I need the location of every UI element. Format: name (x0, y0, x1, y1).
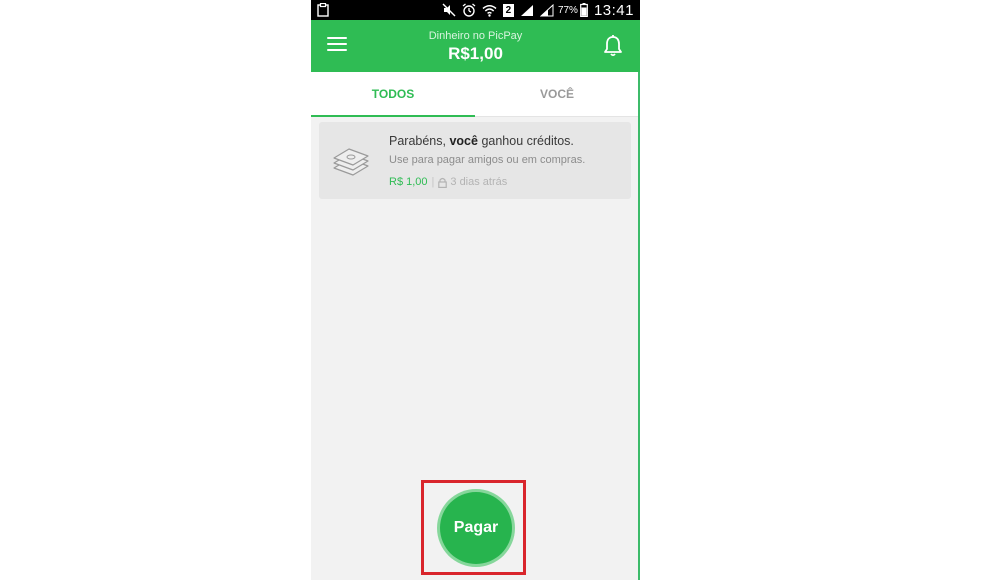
active-tab-indicator (311, 115, 475, 117)
clipboard-notification-icon (317, 3, 329, 17)
feed-item-title: Parabéns, você ganhou créditos. (389, 134, 574, 148)
status-time: 13:41 (593, 1, 634, 19)
sim-slot-badge: 2 (502, 3, 514, 17)
mute-icon (442, 3, 456, 17)
money-stack-icon (333, 148, 369, 176)
tab-bar: TODOS VOCÊ (311, 72, 638, 117)
feed-item-amount: R$ 1,00 (389, 176, 428, 188)
feed-item-subtitle: Use para pagar amigos ou em compras. (389, 154, 586, 166)
feed-item[interactable]: Parabéns, você ganhou créditos. Use para… (319, 122, 631, 199)
app-bar: Dinheiro no PicPay R$1,00 (311, 20, 640, 72)
lock-icon (438, 177, 448, 188)
screen-edge (638, 72, 640, 580)
pay-button[interactable]: Pagar (440, 492, 512, 564)
wifi-icon (482, 4, 497, 17)
bell-icon[interactable] (602, 34, 624, 58)
alarm-icon (462, 3, 476, 17)
signal-icon (520, 4, 533, 16)
feed-item-meta: R$ 1,00 | 3 dias atrás (389, 176, 507, 188)
feed-item-time: 3 dias atrás (450, 176, 508, 188)
meta-separator: | (431, 176, 435, 188)
signal-2-icon (539, 3, 554, 16)
status-bar: 2 77% 13:41 (311, 0, 640, 20)
tab-todos[interactable]: TODOS (311, 72, 475, 116)
tab-voce[interactable]: VOCÊ (475, 72, 639, 116)
balance-value: R$1,00 (448, 44, 503, 63)
balance-label: Dinheiro no PicPay (428, 30, 523, 42)
battery-percent: 77% (557, 4, 578, 16)
battery-icon (580, 3, 588, 17)
